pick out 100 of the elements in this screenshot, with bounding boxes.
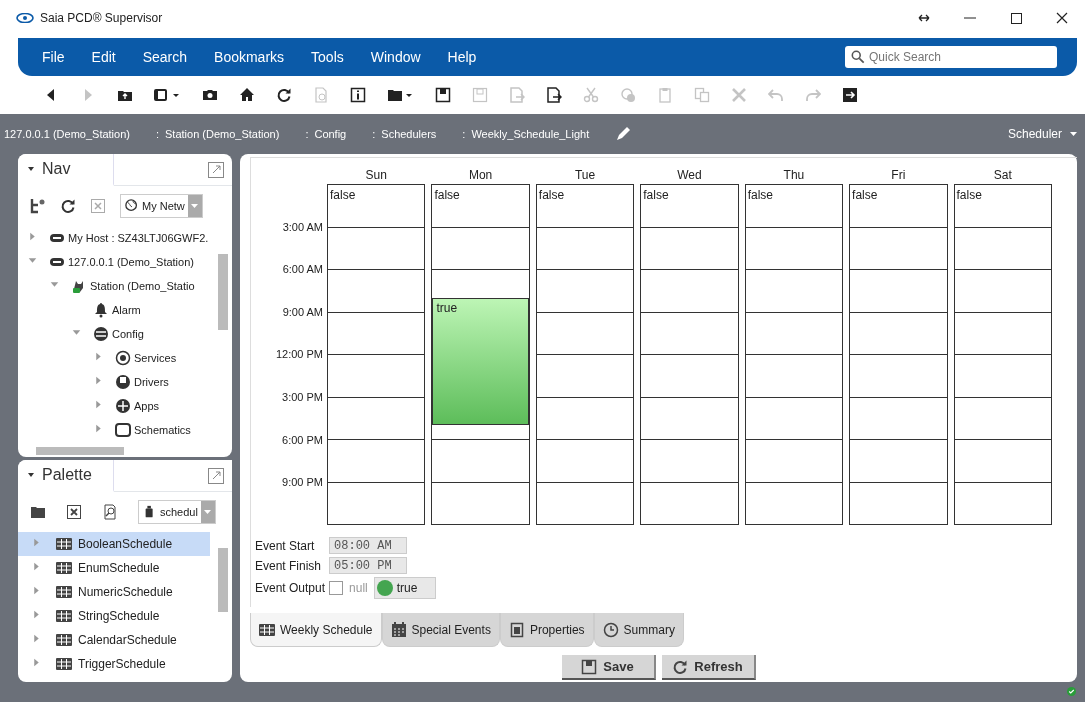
- schedule-event[interactable]: true: [432, 298, 529, 426]
- default-value: false: [434, 188, 460, 202]
- save-icon: [581, 658, 598, 675]
- day-header: Sat: [992, 168, 1013, 184]
- tab[interactable]: Properties: [499, 613, 594, 647]
- table-icon: [56, 538, 72, 550]
- tree-item[interactable]: Apps: [28, 394, 216, 418]
- tree-item[interactable]: Services: [28, 346, 216, 370]
- tree-item[interactable]: Schematics: [28, 418, 216, 442]
- tree-item[interactable]: Config: [28, 322, 216, 346]
- panel-tab[interactable]: Palette: [18, 460, 114, 492]
- time-label: 12:00 PM: [275, 348, 323, 361]
- palette-item[interactable]: TriggerSchedule: [18, 652, 210, 676]
- table-icon: [56, 610, 72, 622]
- menu-item[interactable]: Help: [447, 49, 477, 65]
- home-icon[interactable]: [238, 87, 255, 103]
- search-icon[interactable]: [102, 504, 118, 520]
- day-header: Fri: [890, 168, 907, 184]
- output-value-field[interactable]: true: [373, 577, 436, 599]
- time-field[interactable]: 05:00 PM: [329, 557, 408, 574]
- palette-item[interactable]: EnumSchedule: [18, 556, 210, 580]
- time-label: 6:00 AM: [282, 263, 323, 276]
- table-icon: [56, 634, 72, 646]
- refresh-icon[interactable]: [60, 198, 76, 214]
- menu-item[interactable]: Bookmarks: [214, 49, 285, 65]
- tree-icon[interactable]: [30, 198, 46, 214]
- dropdown[interactable]: schedul: [138, 500, 216, 524]
- breadcrumb-separator: :: [372, 128, 376, 140]
- day-column[interactable]: false: [953, 184, 1052, 525]
- menu-item[interactable]: Window: [370, 49, 421, 65]
- close-icon[interactable]: [66, 504, 82, 520]
- tree-item[interactable]: Alarm: [28, 298, 216, 322]
- checkbox-label: null: [349, 581, 368, 595]
- calendar-icon: [390, 621, 407, 638]
- search-field[interactable]: Quick Search: [845, 46, 1057, 68]
- day-column[interactable]: false: [327, 184, 426, 525]
- default-value: false: [643, 188, 669, 202]
- day-header: Sun: [364, 168, 388, 184]
- menu-item[interactable]: Search: [142, 49, 188, 65]
- tab[interactable]: Summary: [593, 613, 684, 647]
- palette-item[interactable]: NumericSchedule: [18, 580, 210, 604]
- table-icon: [56, 562, 72, 574]
- action-button[interactable]: Save: [561, 655, 656, 680]
- scrollbar[interactable]: [36, 447, 124, 455]
- caret-icon: [1070, 132, 1077, 136]
- close-icon[interactable]: [1056, 12, 1068, 24]
- day-column[interactable]: false: [744, 184, 844, 525]
- pencil-icon[interactable]: [615, 126, 632, 142]
- menu-item[interactable]: Tools: [311, 49, 344, 65]
- folder-icon[interactable]: [387, 87, 413, 103]
- day-column[interactable]: false: [849, 184, 948, 525]
- palette-item[interactable]: StringSchedule: [18, 604, 210, 628]
- scrollbar[interactable]: [218, 548, 228, 612]
- exit-icon[interactable]: [841, 87, 858, 103]
- scrollbar[interactable]: [218, 254, 228, 330]
- breadcrumb-separator: :: [462, 128, 466, 140]
- database-icon: [93, 326, 109, 342]
- window-icon[interactable]: [154, 87, 180, 103]
- view-selector[interactable]: Scheduler: [1007, 127, 1077, 141]
- tree-item[interactable]: Station (Demo_Statio: [28, 274, 216, 298]
- refresh-icon[interactable]: [275, 87, 292, 103]
- resize-icon[interactable]: [918, 14, 930, 22]
- folder-icon[interactable]: [30, 504, 46, 520]
- time-label: 6:00 PM: [282, 433, 323, 446]
- tab[interactable]: Weekly Schedule: [250, 613, 382, 647]
- tab[interactable]: Special Events: [381, 613, 500, 647]
- day-column[interactable]: false: [535, 184, 635, 525]
- menu-item[interactable]: File: [42, 49, 65, 65]
- null-checkbox[interactable]: [329, 581, 344, 595]
- caret-icon: [28, 473, 34, 477]
- palette-item[interactable]: BooleanSchedule: [18, 532, 210, 556]
- breadcrumb-item[interactable]: Station (Demo_Station): [165, 128, 280, 140]
- dropdown[interactable]: My Netw: [120, 194, 203, 218]
- tree-item[interactable]: Drivers: [28, 370, 216, 394]
- palette-item[interactable]: CalendarSchedule: [18, 628, 210, 652]
- menu-item[interactable]: Edit: [91, 49, 116, 65]
- maximize-icon[interactable]: [1010, 12, 1022, 24]
- breadcrumb-item[interactable]: Weekly_Schedule_Light: [471, 128, 590, 140]
- day-header: Tue: [573, 168, 597, 184]
- bell-icon: [93, 302, 109, 318]
- day-column[interactable]: false true: [431, 184, 530, 525]
- time-label: 9:00 AM: [282, 305, 323, 318]
- status-dot-icon: [376, 580, 393, 596]
- camera-icon[interactable]: [201, 87, 218, 103]
- default-value: false: [538, 188, 565, 202]
- time-field[interactable]: 08:00 AM: [329, 537, 408, 554]
- default-value: false: [747, 188, 774, 202]
- breadcrumb-item[interactable]: 127.0.0.1 (Demo_Station): [4, 128, 130, 140]
- day-column[interactable]: false: [640, 184, 739, 525]
- save-icon[interactable]: [434, 87, 451, 103]
- day-header: Mon: [467, 168, 494, 184]
- tree-item[interactable]: 127.0.0.1 (Demo_Station): [28, 250, 216, 274]
- tree-item[interactable]: My Host : SZ43LTJ06GWF2.: [28, 226, 216, 250]
- info-icon[interactable]: [349, 87, 366, 103]
- breadcrumb-item[interactable]: Config: [314, 128, 347, 140]
- document-icon[interactable]: [545, 87, 562, 103]
- panel-tab[interactable]: Nav: [18, 154, 114, 186]
- action-button[interactable]: Refresh: [661, 655, 756, 680]
- breadcrumb-item[interactable]: Schedulers: [381, 128, 437, 140]
- table-icon: [259, 621, 275, 638]
